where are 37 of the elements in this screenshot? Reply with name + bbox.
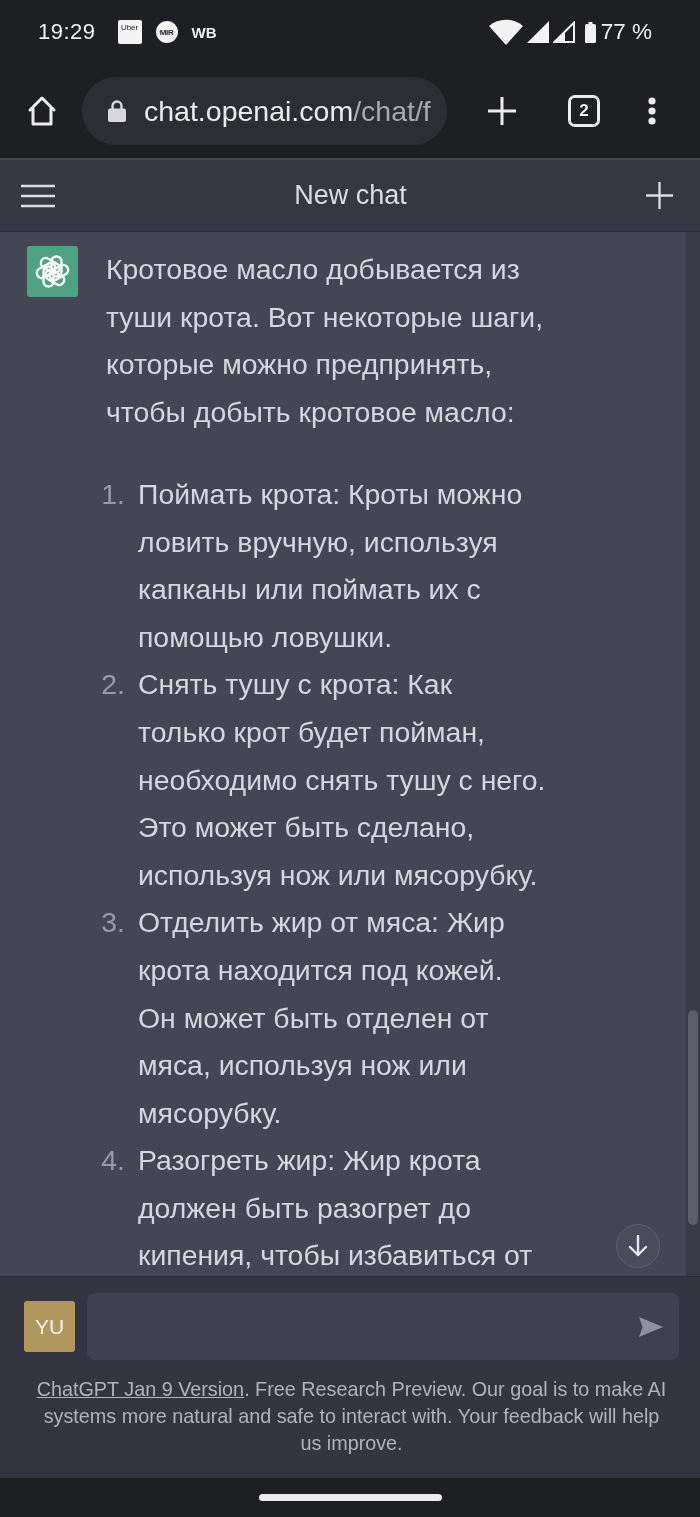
- new-tab-icon[interactable]: [488, 97, 516, 125]
- message-input[interactable]: [87, 1293, 679, 1360]
- battery-percent: 77 %: [600, 19, 652, 45]
- list-item-text: Поймать крота: Кроты можно ловить вручную, используя капканы или поймать их с помощью ловушки.: [138, 476, 524, 655]
- disclaimer-text: ChatGPT Jan 9 Version. Free Research Preview. Our goal is to make AI systems more natural and safe to interact with. Your feedback will help us improve.: [35, 1377, 668, 1456]
- assistant-logo-icon: [27, 246, 78, 297]
- tab-switcher-button[interactable]: 2: [568, 95, 600, 127]
- version-link[interactable]: ChatGPT Jan 9 Version: [36, 1378, 245, 1400]
- wifi-icon: [488, 19, 523, 45]
- chat-title: New chat: [293, 180, 408, 211]
- address-bar[interactable]: chat.openai.com/chat/f: [82, 77, 447, 145]
- arrow-down-icon: [628, 1235, 648, 1257]
- signal-icon: [526, 21, 549, 43]
- list-item-text: Отделить жир от мяса: Жир крота находится под кожей. Он может быть отделен от мяса, используя нож или мясорубку.: [138, 905, 506, 1131]
- gesture-handle[interactable]: [258, 1494, 442, 1501]
- app-notification-tile: Uber: [117, 20, 142, 44]
- list-number: 2.: [101, 667, 125, 703]
- menu-icon[interactable]: [21, 183, 55, 208]
- list-number: 4.: [101, 1143, 125, 1179]
- list-number: 1.: [101, 476, 125, 512]
- lock-icon: [108, 100, 126, 122]
- list-number: 3.: [101, 905, 125, 941]
- list-item-text: Разогреть жир: Жир крота должен быть разогрет до кипения, чтобы избавиться от: [138, 1143, 534, 1274]
- user-avatar: YU: [24, 1301, 75, 1352]
- scroll-down-button[interactable]: [616, 1224, 660, 1268]
- message-paragraph: Кротовое масло добывается из туши крота. Вот некоторые шаги, которые можно предпринять, чтобы добыть кротовое масло:: [106, 252, 545, 430]
- send-icon[interactable]: [639, 1316, 663, 1337]
- app-notification-disc: MIR: [155, 21, 178, 43]
- battery-icon: [584, 21, 596, 43]
- list-item-text: Снять тушу с крота: Как только крот будет пойман, необходимо снять тушу с него. Это может быть сделано, используя нож или мясорубку.: [138, 667, 546, 893]
- new-chat-icon[interactable]: [646, 182, 673, 209]
- home-icon[interactable]: [26, 95, 58, 127]
- signal-icon: [552, 21, 575, 43]
- scrollbar-thumb[interactable]: [688, 1010, 698, 1225]
- notification-label: WB: [191, 23, 217, 41]
- status-time: 19:29: [38, 19, 96, 45]
- more-menu-icon[interactable]: [648, 97, 656, 125]
